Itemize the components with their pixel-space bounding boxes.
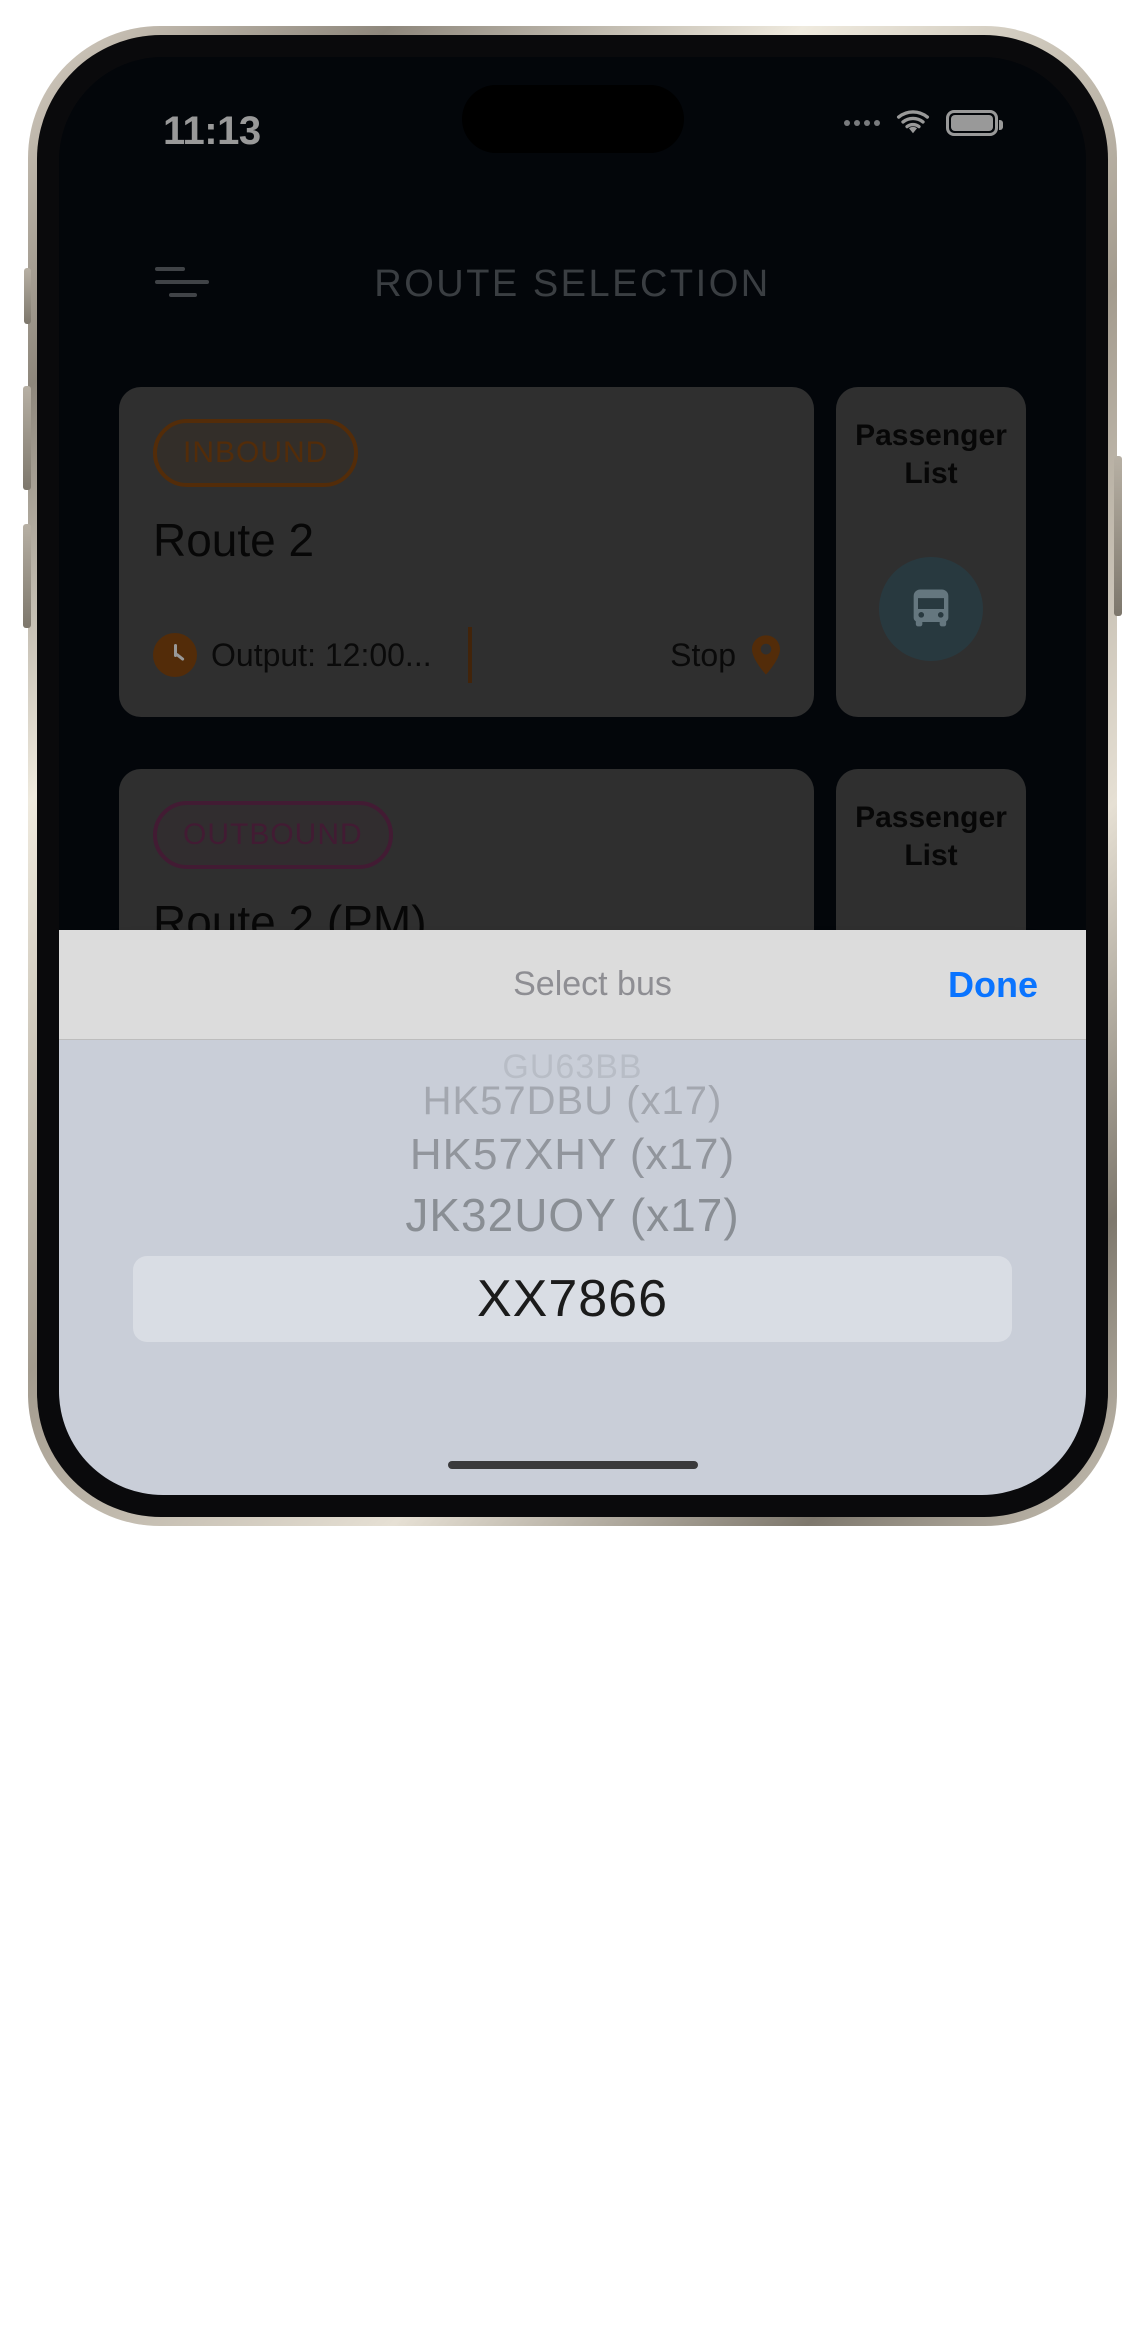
phone-frame: 11:13 ROUTE SELECTION INBOUND Route 2 Ou… [23,26,1122,1526]
phone-bezel: 11:13 ROUTE SELECTION INBOUND Route 2 Ou… [37,35,1108,1517]
picker-selected-option[interactable]: XX7866 [133,1256,1012,1342]
power-button[interactable] [1114,456,1122,616]
bus-picker-sheet: Select bus Done GU63BB HK57DBU (x17) HK5… [59,930,1086,1495]
mute-switch[interactable] [24,268,31,324]
phone-screen: 11:13 ROUTE SELECTION INBOUND Route 2 Ou… [59,57,1086,1495]
picker-label: Select bus [513,965,672,1003]
picker-option[interactable]: HK57DBU (x17) [59,1079,1086,1124]
volume-up-button[interactable] [23,386,31,490]
volume-down-button[interactable] [23,524,31,628]
home-indicator[interactable] [447,1461,698,1469]
picker-toolbar: Select bus Done [59,930,1086,1040]
picker-option[interactable]: HK57XHY (x17) [59,1130,1086,1180]
picker-done-button[interactable]: Done [948,964,1038,1006]
picker-wheel[interactable]: GU63BB HK57DBU (x17) HK57XHY (x17) JK32U… [59,1040,1086,1495]
picker-option[interactable]: JK32UOY (x17) [59,1188,1086,1242]
